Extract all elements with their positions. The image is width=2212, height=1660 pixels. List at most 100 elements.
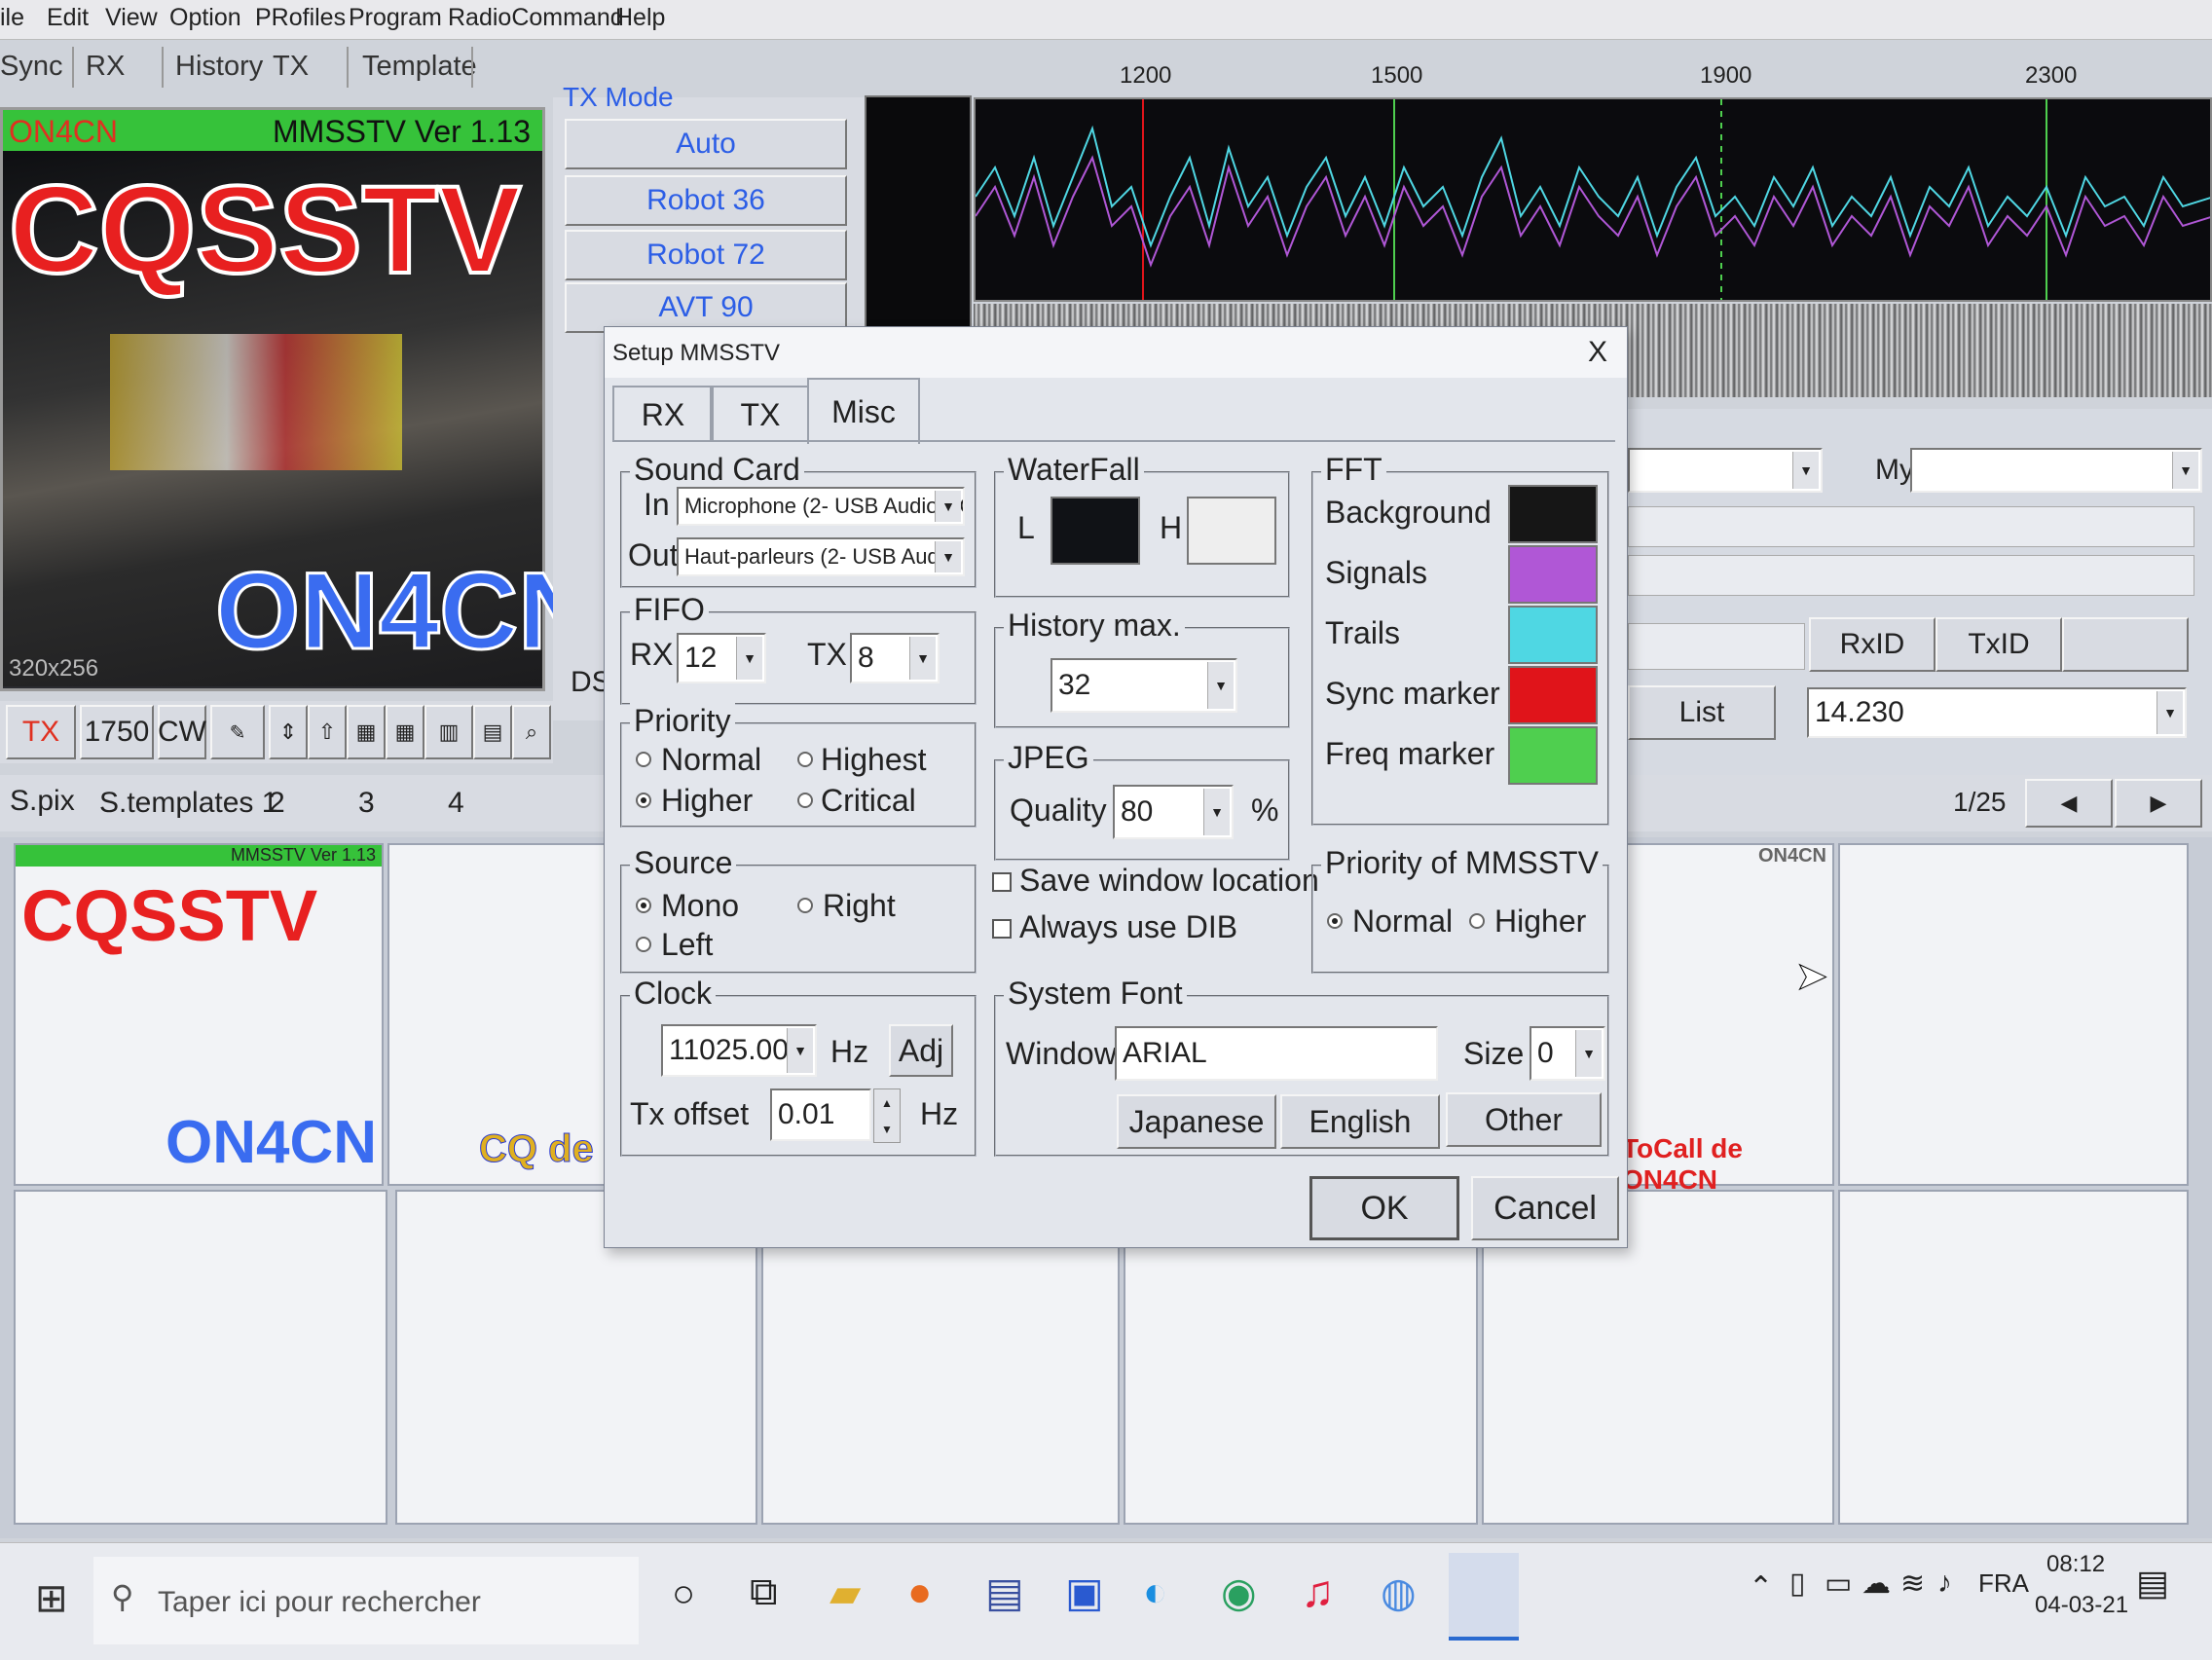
cw-freq-button[interactable]: 1750 (80, 705, 154, 759)
edge-icon[interactable]: ◐ (1143, 1568, 1167, 1615)
chevron-up-icon[interactable]: ▲ (881, 1096, 893, 1110)
task-view-icon[interactable]: ⧉ (750, 1570, 778, 1614)
menu-file[interactable]: ile (0, 4, 24, 32)
tx-offset-input[interactable]: 0.01 (770, 1088, 871, 1141)
tab-history[interactable]: History (175, 51, 263, 83)
clock-adj-button[interactable]: Adj (889, 1024, 953, 1077)
image-icon[interactable]: ▦ (386, 705, 424, 759)
cw-button[interactable]: CW (158, 705, 206, 759)
chevron-down-icon[interactable]: ▼ (1203, 789, 1230, 835)
clock-date[interactable]: 04-03-21 (2035, 1592, 2128, 1619)
font-window-input[interactable]: ARIAL (1115, 1026, 1438, 1081)
chevron-down-icon[interactable]: ▼ (2157, 691, 2183, 734)
chevron-down-icon[interactable]: ▼ (736, 637, 762, 680)
save-disk-icon[interactable]: ▣ (1065, 1568, 1104, 1616)
fifo-rx-select[interactable]: 12 ▼ (677, 633, 766, 683)
id-image-button[interactable] (2062, 617, 2189, 672)
template-thumb[interactable]: MMSSTV Ver 1.13 CQSSTV ON4CN (14, 843, 384, 1186)
tab-rx[interactable]: RX (86, 51, 125, 83)
tab-sync[interactable]: Sync (0, 51, 62, 83)
chevron-down-icon[interactable]: ▼ (1575, 1030, 1602, 1077)
menu-option[interactable]: Option (169, 4, 241, 32)
save-window-checkbox[interactable] (992, 872, 1012, 892)
clipboard-icon[interactable]: ▤ (473, 705, 512, 759)
firefox-icon[interactable]: ● (907, 1568, 932, 1615)
calendar-app-icon[interactable]: ▤ (985, 1568, 1024, 1616)
load-icon[interactable]: ⇕ (269, 705, 308, 759)
callsign-combo[interactable]: ▼ (1628, 448, 1823, 493)
priority-critical-radio[interactable] (797, 793, 813, 808)
tab-stemplates-4[interactable]: 4 (448, 787, 464, 820)
chevron-down-icon[interactable]: ▼ (787, 1028, 813, 1073)
clock-select[interactable]: 11025.00 ▼ (661, 1024, 817, 1077)
mmsstv-taskbar-icon[interactable] (1449, 1553, 1519, 1641)
cloud-icon[interactable]: ☁ (1862, 1567, 1891, 1601)
fft-sync-marker-color[interactable] (1508, 666, 1598, 724)
chevron-down-icon[interactable]: ▼ (935, 491, 961, 522)
info-field[interactable] (1628, 506, 2194, 547)
menu-view[interactable]: View (105, 4, 158, 32)
template-thumb[interactable] (1838, 1190, 2189, 1525)
english-button[interactable]: English (1280, 1094, 1440, 1149)
notification-icon[interactable]: ▤ (2136, 1563, 2169, 1604)
info-field[interactable] (1628, 623, 1805, 670)
priority-higher-radio[interactable] (636, 793, 651, 808)
my-combo[interactable]: ▼ (1910, 448, 2202, 493)
jpeg-quality-select[interactable]: 80 ▼ (1113, 785, 1234, 839)
history-select[interactable]: 32 ▼ (1051, 658, 1237, 713)
globe-icon[interactable]: ◉ (1221, 1568, 1257, 1616)
list-button[interactable]: List (1628, 685, 1776, 740)
source-left-radio[interactable] (636, 937, 651, 952)
next-page-icon[interactable]: ▶ (2115, 779, 2202, 828)
frequency-combo[interactable]: 14.230 ▼ (1807, 687, 2187, 738)
tab-stemplates-2[interactable]: 2 (269, 787, 285, 820)
menu-program[interactable]: Program (349, 4, 442, 32)
chevron-down-icon[interactable]: ▼ (909, 637, 936, 680)
txid-button[interactable]: TxID (1936, 617, 2062, 672)
rxid-button[interactable]: RxID (1809, 617, 1936, 672)
color-bars-icon[interactable]: ▥ (424, 705, 473, 759)
always-dib-checkbox[interactable] (992, 919, 1012, 939)
fft-freq-marker-color[interactable] (1508, 726, 1598, 785)
tx-button[interactable]: TX (6, 705, 76, 759)
mode-auto-button[interactable]: Auto (565, 119, 847, 169)
close-icon[interactable]: X (1578, 333, 1617, 372)
tab-rx[interactable]: RX (612, 386, 714, 442)
text-tool-icon[interactable]: ✎ (210, 705, 265, 759)
priority-mmsstv-normal-radio[interactable] (1327, 913, 1343, 929)
tab-stemplates-3[interactable]: 3 (358, 787, 375, 820)
source-mono-radio[interactable] (636, 898, 651, 913)
mode-robot72-button[interactable]: Robot 72 (565, 230, 847, 280)
mode-robot36-button[interactable]: Robot 36 (565, 175, 847, 226)
tray-usb-icon[interactable]: ▯ (1789, 1567, 1806, 1601)
image-icon[interactable]: ▦ (347, 705, 386, 759)
priority-normal-radio[interactable] (636, 752, 651, 767)
waterfall-low-color[interactable] (1051, 497, 1140, 565)
chevron-down-icon[interactable]: ▼ (935, 541, 961, 572)
priority-mmsstv-higher-radio[interactable] (1469, 913, 1485, 929)
tab-tx[interactable]: TX (710, 386, 811, 442)
menu-edit[interactable]: Edit (47, 4, 89, 32)
language-indicator[interactable]: FRA (1978, 1568, 2029, 1599)
menu-help[interactable]: Help (615, 4, 665, 32)
template-thumb[interactable] (14, 1190, 387, 1525)
music-icon[interactable]: ♫ (1301, 1565, 1335, 1617)
template-thumb[interactable] (1838, 843, 2189, 1186)
file-explorer-icon[interactable]: ▰ (830, 1568, 861, 1616)
font-size-select[interactable]: 0 ▼ (1530, 1026, 1605, 1081)
chevron-down-icon[interactable]: ▼ (2172, 452, 2198, 489)
upload-icon[interactable]: ⇧ (308, 705, 347, 759)
chevron-down-icon[interactable]: ▼ (1207, 662, 1234, 709)
info-field[interactable] (1628, 555, 2194, 596)
other-font-button[interactable]: Other (1446, 1092, 1602, 1147)
tab-misc[interactable]: Misc (807, 378, 920, 444)
menu-profiles[interactable]: PRofiles (255, 4, 346, 32)
battery-icon[interactable]: ▭ (1825, 1567, 1852, 1601)
chevron-down-icon[interactable]: ▼ (881, 1123, 893, 1136)
volume-icon[interactable]: ♪ (1937, 1567, 1952, 1600)
windows-start-icon[interactable]: ⊞ (35, 1576, 68, 1621)
fft-trails-color[interactable] (1508, 606, 1598, 664)
menu-radiocommand[interactable]: RadioCommand (448, 4, 624, 32)
fifo-tx-select[interactable]: 8 ▼ (850, 633, 940, 683)
waterfall-high-color[interactable] (1187, 497, 1276, 565)
